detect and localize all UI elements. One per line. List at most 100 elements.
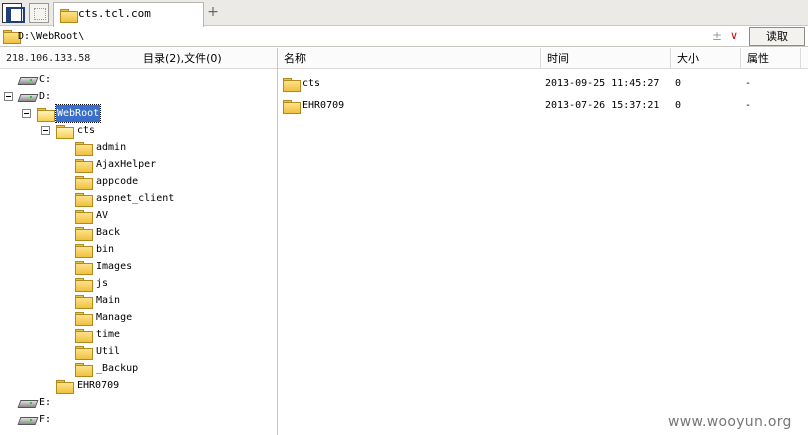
- directory-tree: C: D: WebRoot cts admin AjaxHelper appco…: [0, 70, 277, 435]
- tree-node-child[interactable]: AV: [0, 207, 270, 224]
- drive-icon: [19, 92, 36, 101]
- dir-file-count: 目录(2),文件(0): [143, 52, 222, 65]
- column-header-size[interactable]: 大小: [671, 48, 741, 69]
- tree-node-child[interactable]: js: [0, 275, 270, 292]
- path-input[interactable]: [18, 28, 746, 45]
- folder-open-icon: [37, 108, 55, 122]
- folder-icon: [283, 78, 301, 92]
- tree-node-child[interactable]: Util: [0, 343, 270, 360]
- folder-icon: [75, 363, 93, 377]
- drive-icon: [19, 415, 36, 424]
- file-time: 2013-09-25 11:45:27: [545, 78, 660, 89]
- file-attr: -: [745, 78, 752, 89]
- folder-icon: [75, 210, 93, 224]
- panel-toggle-button[interactable]: [2, 3, 25, 23]
- column-header-attr[interactable]: 属性: [741, 48, 801, 69]
- tree-node-label: Main: [96, 295, 121, 306]
- tree-node-label: Manage: [96, 312, 133, 323]
- tab-title: cts.tcl.com: [78, 7, 151, 20]
- tree-node-ehr[interactable]: EHR0709: [0, 377, 270, 394]
- file-size: 0: [675, 78, 682, 89]
- file-name: EHR0709: [302, 100, 345, 111]
- tree-node-label: E:: [39, 397, 52, 408]
- file-time: 2013-07-26 15:37:21: [545, 100, 660, 111]
- tree-node-drive-c[interactable]: C:: [0, 71, 270, 88]
- drive-icon: [19, 75, 36, 84]
- tree-node-label: AV: [96, 210, 109, 221]
- read-button[interactable]: 读取: [749, 27, 805, 46]
- tree-node-drive-e[interactable]: E:: [0, 394, 270, 411]
- folder-icon: [75, 278, 93, 292]
- tree-node-child[interactable]: Images: [0, 258, 270, 275]
- watermark: www.wooyun.org: [668, 414, 792, 430]
- folder-icon: [75, 295, 93, 309]
- folder-icon: [75, 193, 93, 207]
- folder-icon: [56, 380, 74, 394]
- tree-node-label: EHR0709: [77, 380, 120, 391]
- list-header: 名称 时间 大小 属性: [278, 48, 808, 69]
- tree-node-child[interactable]: _Backup: [0, 360, 270, 377]
- tab-bar: cts.tcl.com +: [0, 0, 808, 27]
- tree-node-label: appcode: [96, 176, 139, 187]
- tree-node-child[interactable]: appcode: [0, 173, 270, 190]
- tree-node-label: WebRoot: [54, 104, 102, 123]
- tree-node-child[interactable]: aspnet_client: [0, 190, 270, 207]
- tree-node-label: Images: [96, 261, 133, 272]
- plus-minus-icon[interactable]: ±: [712, 28, 722, 44]
- file-row[interactable]: cts 2013-09-25 11:45:27 0 -: [278, 74, 808, 94]
- folder-icon: [75, 142, 93, 156]
- host-ip: 218.106.133.58: [6, 53, 91, 64]
- folder-icon: [75, 159, 93, 173]
- tree-node-child[interactable]: admin: [0, 139, 270, 156]
- folder-icon: [75, 346, 93, 360]
- tree-node-child[interactable]: time: [0, 326, 270, 343]
- folder-icon: [3, 30, 21, 44]
- folder-icon: [75, 312, 93, 326]
- tree-node-drive-f[interactable]: F:: [0, 411, 270, 428]
- tree-node-label: C:: [39, 74, 52, 85]
- tree-header: 218.106.133.58 目录(2),文件(0): [0, 48, 277, 69]
- address-bar: ± ∨ 读取: [0, 26, 808, 47]
- tree-node-label: AjaxHelper: [96, 159, 157, 170]
- collapse-toggle[interactable]: [4, 92, 13, 101]
- file-name: cts: [302, 78, 321, 89]
- tree-node-label: time: [96, 329, 121, 340]
- tree-node-label: _Backup: [96, 363, 139, 374]
- tree-node-label: D:: [39, 91, 52, 102]
- folder-icon: [60, 9, 78, 23]
- tree-node-child[interactable]: Manage: [0, 309, 270, 326]
- column-header-name[interactable]: 名称: [278, 48, 541, 69]
- folder-icon: [75, 261, 93, 275]
- tree-node-label: Back: [96, 227, 121, 238]
- new-tab-button[interactable]: +: [206, 4, 220, 20]
- folder-icon: [75, 176, 93, 190]
- file-attr: -: [745, 100, 752, 111]
- collapse-toggle[interactable]: [22, 109, 31, 118]
- tree-node-label: admin: [96, 142, 127, 153]
- folder-icon: [283, 100, 301, 114]
- file-size: 0: [675, 100, 682, 111]
- secondary-panel-button[interactable]: [29, 3, 49, 23]
- tree-node-webroot[interactable]: WebRoot: [0, 104, 270, 123]
- tab-site[interactable]: cts.tcl.com: [53, 2, 204, 27]
- tree-node-child[interactable]: AjaxHelper: [0, 156, 270, 173]
- file-row[interactable]: EHR0709 2013-07-26 15:37:21 0 -: [278, 96, 808, 116]
- tree-node-label: F:: [39, 414, 52, 425]
- collapse-toggle[interactable]: [41, 126, 50, 135]
- tree-node-child[interactable]: Main: [0, 292, 270, 309]
- tree-node-label: Util: [96, 346, 121, 357]
- folder-icon: [75, 329, 93, 343]
- tree-node-label: js: [96, 278, 109, 289]
- tree-node-label: bin: [96, 244, 115, 255]
- chevron-down-icon[interactable]: ∨: [730, 28, 738, 44]
- drive-icon: [19, 398, 36, 407]
- tree-node-child[interactable]: Back: [0, 224, 270, 241]
- tree-node-cts[interactable]: cts: [0, 122, 270, 139]
- tree-node-child[interactable]: bin: [0, 241, 270, 258]
- folder-icon: [75, 244, 93, 258]
- tree-node-drive-d[interactable]: D:: [0, 88, 270, 105]
- tree-node-label: cts: [77, 125, 96, 136]
- tree-node-label: aspnet_client: [96, 193, 175, 204]
- folder-open-icon: [56, 125, 74, 139]
- column-header-time[interactable]: 时间: [541, 48, 671, 69]
